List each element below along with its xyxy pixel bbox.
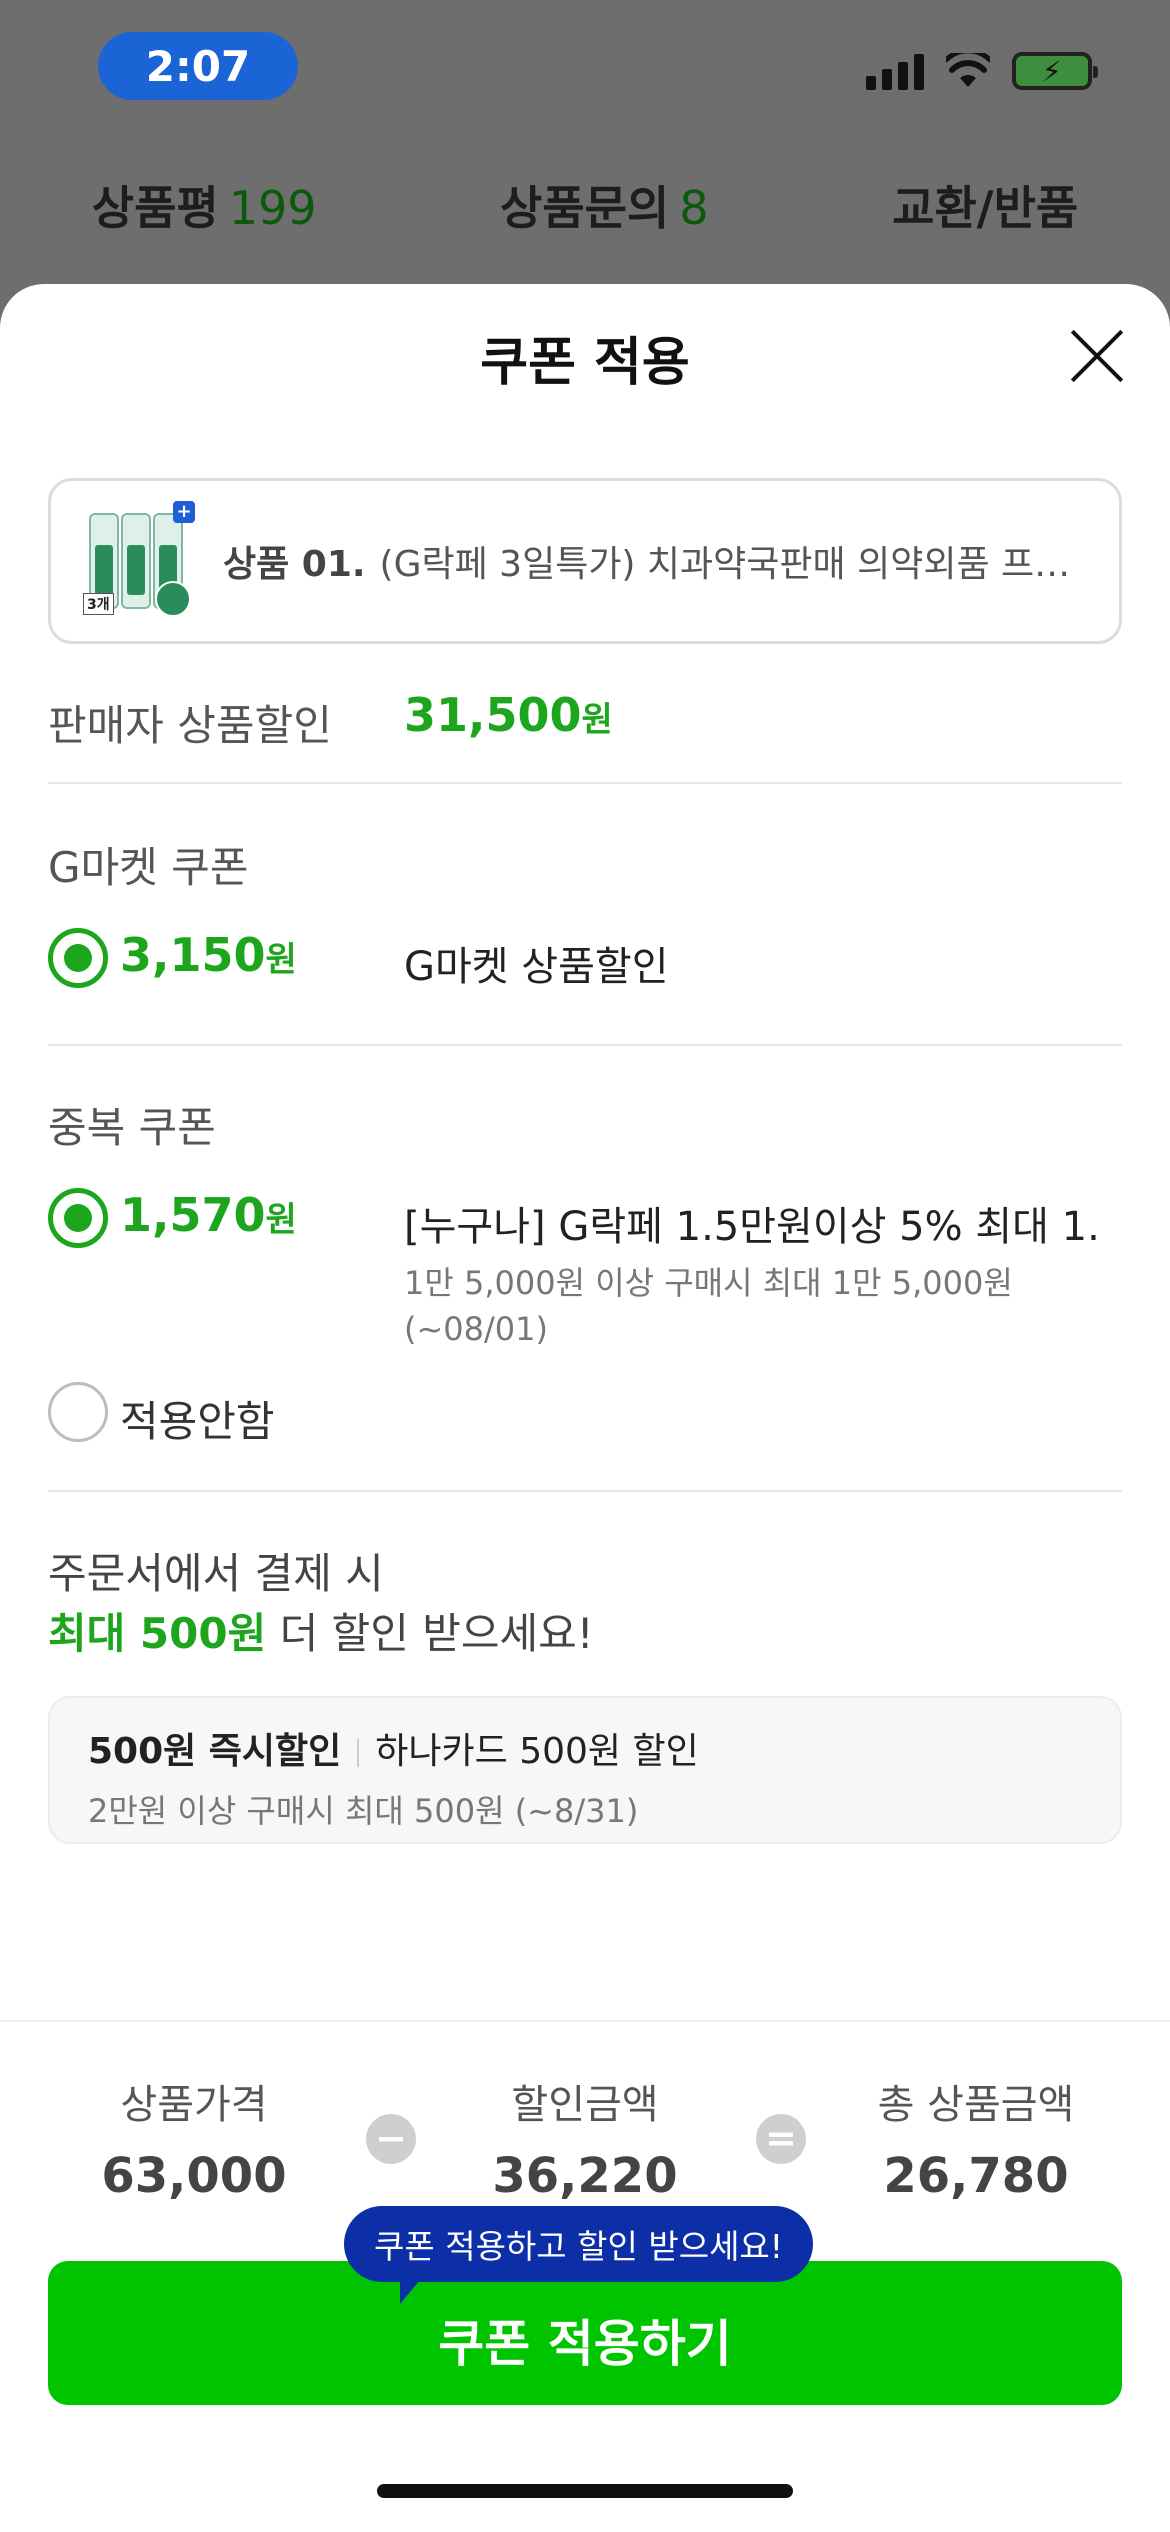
- minus-icon: −: [366, 2114, 416, 2164]
- plus-icon: +: [173, 501, 195, 523]
- gmarket-coupon-title: G마켓 쿠폰: [48, 843, 249, 892]
- seller-discount-amount: 31,500원: [404, 688, 613, 742]
- divider: [48, 782, 1122, 784]
- tab-reviews: 상품평 199: [91, 181, 317, 235]
- apply-tooltip: 쿠폰 적용하고 할인 받으세요!: [344, 2206, 814, 2304]
- home-indicator: [377, 2484, 793, 2498]
- duplicate-coupon-desc: [누구나] G락페 1.5만원이상 5% 최대 1....: [404, 1204, 1104, 1250]
- status-icons: ⚡: [866, 52, 1098, 90]
- total-price: 총 상품금액 26,780: [877, 2082, 1075, 2204]
- product-thumbnail: + 3개: [83, 501, 195, 619]
- sheet-title: 쿠폰 적용: [480, 333, 690, 393]
- duplicate-coupon-condition: 1만 5,000원 이상 구매시 최대 1만 5,000원: [404, 1264, 1013, 1302]
- tab-exchange-return: 교환/반품: [892, 181, 1079, 235]
- card-promo-box: 500원 즉시할인 하나카드 500원 할인 2만원 이상 구매시 최대 500원…: [48, 1696, 1122, 1844]
- status-bar: 2:07 ⚡: [0, 0, 1170, 140]
- duplicate-coupon-title: 중복 쿠폰: [48, 1103, 216, 1152]
- product-card: + 3개 상품 01. (G락페 3일특가) 치과약국판매 의약외품 프로벨...: [48, 478, 1122, 644]
- no-coupon-radio[interactable]: [48, 1382, 108, 1442]
- background-page: 2:07 ⚡ 상품평 199 상품문의 8 교환/반품: [0, 0, 1170, 300]
- promo-message: 주문서에서 결제 시 최대 500원 더 할인 받으세요!: [48, 1549, 594, 1658]
- duplicate-coupon-amount: 1,570원: [120, 1188, 297, 1242]
- apply-coupon-button[interactable]: 쿠폰 적용하기: [48, 2261, 1122, 2405]
- gmarket-coupon-desc: G마켓 상품할인: [404, 944, 669, 990]
- duplicate-coupon-period: (~08/01): [404, 1310, 548, 1348]
- cellular-signal-icon: [866, 52, 924, 90]
- background-tabs: 상품평 199 상품문의 8 교환/반품: [0, 165, 1170, 245]
- coupon-sheet: 쿠폰 적용 + 3개 상품 01. (G락페 3일특가) 치과약국판매 의약외품 …: [0, 284, 1170, 2532]
- equals-icon: =: [756, 2114, 806, 2164]
- divider: [48, 1044, 1122, 1046]
- battery-charging-icon: ⚡: [1012, 52, 1098, 90]
- product-name: 상품 01. (G락페 3일특가) 치과약국판매 의약외품 프로벨...: [223, 544, 1083, 585]
- duplicate-coupon-radio[interactable]: [48, 1188, 108, 1248]
- gmarket-coupon-amount: 3,150원: [120, 928, 297, 982]
- gmarket-coupon-radio[interactable]: [48, 928, 108, 988]
- product-price: 상품가격 63,000: [101, 2082, 287, 2204]
- wifi-icon: [946, 53, 990, 87]
- divider: [48, 1490, 1122, 1492]
- seller-discount-label: 판매자 상품할인: [48, 701, 332, 750]
- discount-amount: 할인금액 36,220: [492, 2082, 678, 2204]
- close-icon[interactable]: [1066, 326, 1126, 386]
- no-coupon-label[interactable]: 적용안함: [120, 1388, 275, 1449]
- status-time: 2:07: [98, 32, 298, 100]
- tab-inquiries: 상품문의 8: [500, 181, 709, 235]
